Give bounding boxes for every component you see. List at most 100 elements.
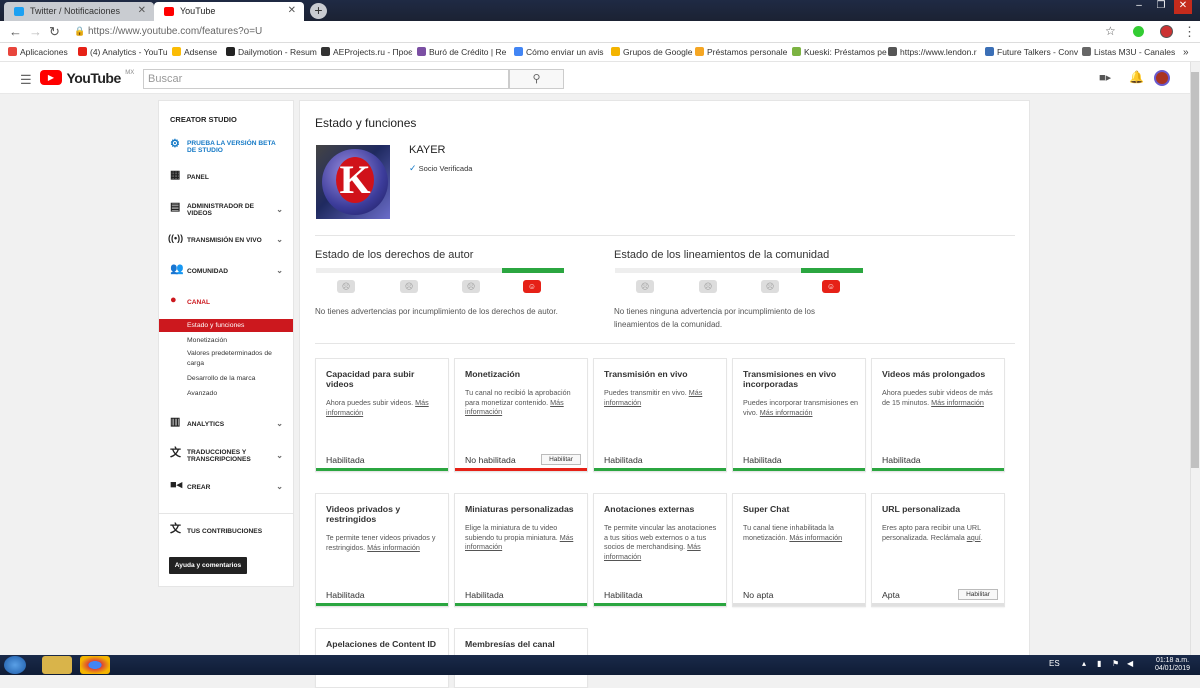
feature-status: Habilitada bbox=[604, 455, 643, 465]
status-bar bbox=[594, 468, 726, 471]
more-info-link[interactable]: Más información bbox=[789, 533, 842, 542]
favicon-icon bbox=[888, 47, 897, 56]
subitem-estado-y-funciones[interactable]: Estado y funciones bbox=[159, 319, 293, 332]
help-feedback-button[interactable]: Ayuda y comentarios bbox=[169, 557, 247, 574]
bookmark-item[interactable]: Listas M3U - Canales bbox=[1082, 47, 1175, 57]
sidebar-item-video-manager[interactable]: ▤ ADMINISTRADOR DE VIDEOS ⌄ bbox=[159, 202, 293, 219]
search-input[interactable]: Buscar bbox=[143, 69, 509, 89]
browser-tab-youtube[interactable]: YouTube ✕ bbox=[154, 2, 304, 21]
avatar[interactable] bbox=[1154, 70, 1170, 86]
chevron-down-icon[interactable]: ⌄ bbox=[276, 206, 283, 214]
bookmark-item[interactable]: Adsense bbox=[172, 47, 217, 57]
sidebar-item-canal[interactable]: ● CANAL bbox=[159, 295, 293, 311]
bookmark-item[interactable]: Grupos de Google bbox=[611, 47, 692, 57]
maximize-icon[interactable]: ❐ bbox=[1152, 0, 1170, 14]
channel-avatar: K bbox=[316, 145, 390, 219]
back-icon[interactable]: ← bbox=[9, 24, 22, 39]
browser-tab-twitter[interactable]: Twitter / Notificaciones ✕ bbox=[4, 2, 154, 21]
chevron-down-icon[interactable]: ⌄ bbox=[276, 236, 283, 244]
clock[interactable]: 01:18 a.m. 04/01/2019 bbox=[1155, 657, 1190, 673]
tray-arrow-icon[interactable]: ▴ bbox=[1082, 659, 1086, 668]
new-tab-button[interactable]: + bbox=[310, 3, 327, 19]
sidebar-item-translations[interactable]: 文 TRADUCCIONES Y TRANSCRIPCIONES ⌄ bbox=[159, 448, 293, 465]
scrollbar-thumb[interactable] bbox=[1191, 72, 1199, 468]
favicon-icon bbox=[1082, 47, 1091, 56]
bookmark-star-icon[interactable]: ☆ bbox=[1105, 24, 1116, 38]
feature-title: Miniaturas personalizadas bbox=[465, 504, 574, 514]
bookmark-item[interactable]: Kueski: Préstamos pe bbox=[792, 47, 887, 57]
sidebar-item-panel[interactable]: ▦ PANEL bbox=[159, 169, 293, 186]
flag-icon[interactable]: ⚑ bbox=[1112, 659, 1119, 668]
forward-icon[interactable]: → bbox=[29, 24, 42, 39]
feature-status: No apta bbox=[743, 590, 774, 600]
bookmark-item[interactable]: Préstamos personale bbox=[695, 47, 787, 57]
more-bookmarks-icon[interactable]: » bbox=[1183, 47, 1189, 58]
chrome-icon[interactable] bbox=[80, 656, 110, 674]
windows-start-icon[interactable] bbox=[4, 656, 26, 674]
bookmark-item[interactable]: (4) Analytics - YouTu bbox=[78, 47, 168, 57]
more-info-link[interactable]: aquí bbox=[967, 533, 981, 542]
clock-date: 04/01/2019 bbox=[1154, 665, 1190, 672]
sidebar-item-contributions[interactable]: 文 TUS CONTRIBUCIONES bbox=[159, 524, 293, 540]
close-window-icon[interactable]: ✕ bbox=[1174, 0, 1192, 14]
sidebar-item-analytics[interactable]: ▥ ANALYTICS ⌄ bbox=[159, 417, 293, 433]
minimize-icon[interactable]: – bbox=[1130, 0, 1148, 14]
hamburger-menu-icon[interactable]: ☰ bbox=[20, 72, 32, 88]
chevron-down-icon[interactable]: ⌄ bbox=[276, 267, 283, 275]
channel-status: ✓ Socio Verificada bbox=[409, 163, 472, 174]
bell-icon[interactable]: 🔔 bbox=[1129, 70, 1144, 84]
feature-card: Capacidad para subir videos Ahora puedes … bbox=[315, 358, 449, 472]
sidebar-item-live[interactable]: ((•)) TRANSMISIÓN EN VIVO ⌄ bbox=[159, 234, 293, 249]
chevron-down-icon[interactable]: ⌄ bbox=[276, 483, 283, 491]
subitem-desarrollo-marca[interactable]: Desarrollo de la marca bbox=[159, 374, 293, 384]
network-icon[interactable]: ▮ bbox=[1097, 659, 1101, 668]
status-bar bbox=[455, 603, 587, 606]
favicon-icon bbox=[321, 47, 330, 56]
language-indicator[interactable]: ES bbox=[1049, 659, 1060, 668]
sidebar-item-community[interactable]: 👥 COMUNIDAD ⌄ bbox=[159, 264, 293, 280]
file-explorer-icon[interactable] bbox=[42, 656, 72, 674]
search-button[interactable]: ⚲ bbox=[509, 69, 564, 89]
url-input[interactable]: 🔒 https://www.youtube.com/features?o=U bbox=[70, 24, 1120, 41]
bookmark-item[interactable]: https://www.lendon.r bbox=[888, 47, 977, 57]
profile-avatar[interactable] bbox=[1160, 25, 1173, 38]
bookmark-item[interactable]: AEProjects.ru - Проє bbox=[321, 47, 412, 57]
more-info-link[interactable]: Más información bbox=[760, 408, 813, 417]
sidebar-item-label: CREAR bbox=[187, 484, 211, 491]
sidebar-item-beta[interactable]: ⚙ PRUEBA LA VERSIÓN BETA DE STUDIO bbox=[159, 138, 293, 156]
bookmark-item[interactable]: Buró de Crédito | Re bbox=[417, 47, 506, 57]
bookmark-item[interactable]: Dailymotion - Resum bbox=[226, 47, 317, 57]
upload-video-icon[interactable]: ■▸ bbox=[1099, 71, 1111, 84]
status-bar bbox=[733, 468, 865, 471]
bookmark-label: Grupos de Google bbox=[623, 47, 693, 57]
close-tab-icon[interactable]: ✕ bbox=[138, 5, 146, 16]
subitem-avanzado[interactable]: Avanzado bbox=[159, 389, 293, 399]
create-icon: ■◂ bbox=[170, 479, 183, 491]
bookmark-item[interactable]: Aplicaciones bbox=[8, 47, 68, 57]
bookmark-item[interactable]: Cómo enviar un avis bbox=[514, 47, 603, 57]
subitem-valores-predeterminados[interactable]: Valores predeterminados de carga bbox=[159, 349, 277, 369]
dashboard-icon: ▦ bbox=[170, 169, 181, 181]
sad-face-icon: ☹ bbox=[337, 280, 355, 293]
community-status-title: Estado de los lineamientos de la comunid… bbox=[614, 249, 830, 261]
bookmark-label: Kueski: Préstamos pe bbox=[804, 47, 887, 57]
feature-description: Te permite vincular las anotaciones a tu… bbox=[604, 523, 720, 562]
enable-button[interactable]: Habilitar bbox=[541, 454, 581, 465]
chevron-down-icon[interactable]: ⌄ bbox=[276, 420, 283, 428]
enable-button[interactable]: Habilitar bbox=[958, 589, 998, 600]
chevron-down-icon[interactable]: ⌄ bbox=[276, 452, 283, 460]
sidebar-item-create[interactable]: ■◂ CREAR ⌄ bbox=[159, 479, 293, 496]
menu-dots-icon[interactable]: ⋮ bbox=[1183, 24, 1196, 40]
reload-icon[interactable]: ↻ bbox=[49, 24, 60, 40]
gear-icon: ⚙ bbox=[170, 138, 180, 150]
close-tab-icon[interactable]: ✕ bbox=[288, 5, 296, 16]
more-info-link[interactable]: Más información bbox=[931, 398, 984, 407]
sidebar-item-label: TUS CONTRIBUCIONES bbox=[187, 528, 263, 535]
more-info-link[interactable]: Más información bbox=[367, 543, 420, 552]
extension-icon[interactable] bbox=[1133, 26, 1144, 37]
youtube-logo[interactable]: ▶ YouTube MX bbox=[40, 70, 134, 87]
bookmarks-bar: Aplicaciones (4) Analytics - YouTu Adsen… bbox=[0, 43, 1200, 62]
bookmark-item[interactable]: Future Talkers - Conv bbox=[985, 47, 1078, 57]
volume-icon[interactable]: ◀ bbox=[1127, 659, 1133, 668]
subitem-monetizacion[interactable]: Monetización bbox=[159, 336, 293, 346]
